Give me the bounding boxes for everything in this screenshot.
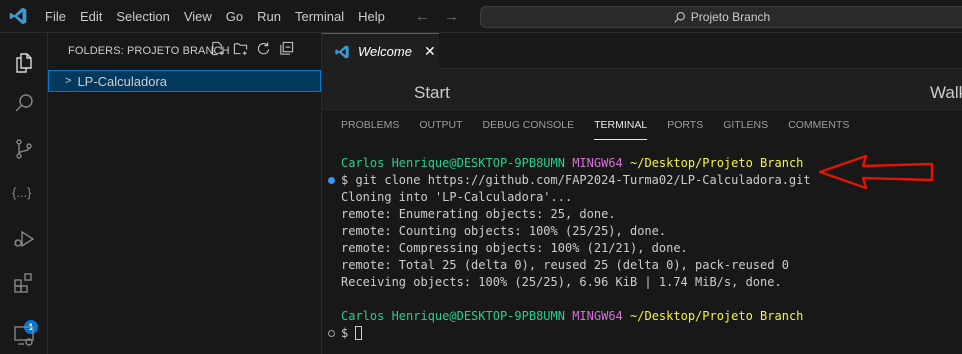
navigation-arrows: ← → bbox=[415, 0, 459, 33]
vscode-tab-icon bbox=[335, 44, 349, 59]
refresh-icon[interactable] bbox=[256, 41, 271, 56]
menu-help[interactable]: Help bbox=[351, 0, 392, 33]
sidebar-header: FOLDERS: PROJETO BRANCH bbox=[68, 45, 230, 57]
explorer-icon[interactable] bbox=[12, 51, 36, 75]
terminal-input-line: $ bbox=[322, 325, 962, 342]
menu-selection[interactable]: Selection bbox=[109, 0, 176, 33]
command-center-search[interactable]: Projeto Branch bbox=[480, 6, 962, 28]
tab-gitlens[interactable]: GITLENS bbox=[713, 114, 778, 136]
json-icon[interactable]: {...} bbox=[12, 181, 36, 205]
folder-item-lp-calculadora[interactable]: > LP-Calculadora bbox=[48, 70, 321, 92]
welcome-page: Start Walk bbox=[322, 69, 962, 109]
command-success-icon[interactable] bbox=[328, 177, 335, 184]
back-arrow-icon[interactable]: ← bbox=[415, 8, 430, 25]
command-center-label: Projeto Branch bbox=[690, 10, 771, 24]
menu-terminal[interactable]: Terminal bbox=[288, 0, 351, 33]
search-icon bbox=[674, 11, 685, 23]
run-debug-icon[interactable] bbox=[12, 227, 36, 251]
tab-ports[interactable]: PORTS bbox=[657, 114, 713, 136]
terminal-command: $ git clone https://github.com/FAP2024-T… bbox=[341, 173, 811, 187]
panel-tabs: PROBLEMS OUTPUT DEBUG CONSOLE TERMINAL P… bbox=[341, 114, 859, 140]
terminal-output-line: remote: Counting objects: 100% (25/25), … bbox=[341, 224, 667, 238]
annotation-arrow-icon bbox=[818, 154, 934, 190]
menu-bar: File Edit Selection View Go Run Terminal… bbox=[38, 0, 392, 33]
terminal-prompt-line-2: Carlos Henrique@DESKTOP-9PB8UMN MINGW64 … bbox=[322, 308, 962, 325]
vscode-logo-icon[interactable] bbox=[8, 6, 28, 26]
collapse-all-icon[interactable] bbox=[279, 41, 294, 56]
command-pending-icon[interactable] bbox=[328, 330, 335, 337]
terminal-cursor bbox=[355, 326, 363, 340]
tab-terminal[interactable]: TERMINAL bbox=[584, 114, 657, 140]
source-control-icon[interactable] bbox=[12, 137, 36, 161]
folder-label: LP-Calculadora bbox=[77, 73, 168, 89]
terminal-input-prompt: $ bbox=[341, 326, 356, 340]
tab-output[interactable]: OUTPUT bbox=[409, 114, 472, 136]
tab-welcome[interactable]: Welcome ✕ bbox=[322, 33, 439, 69]
editor-tabs: Welcome ✕ bbox=[322, 33, 962, 69]
prompt-user: Carlos Henrique@DESKTOP-9PB8UMN bbox=[341, 156, 565, 170]
tab-debug-console[interactable]: DEBUG CONSOLE bbox=[473, 114, 585, 136]
prompt-mingw: MINGW64 bbox=[572, 156, 623, 170]
activity-bar: {...} 1 bbox=[0, 33, 48, 354]
new-folder-icon[interactable] bbox=[233, 41, 248, 56]
welcome-start-heading: Start bbox=[414, 83, 450, 102]
close-icon[interactable]: ✕ bbox=[424, 43, 436, 60]
sidebar-actions bbox=[210, 41, 294, 56]
tab-problems[interactable]: PROBLEMS bbox=[341, 114, 409, 136]
terminal-output-line: Receiving objects: 100% (25/25), 6.96 Ki… bbox=[341, 275, 782, 289]
terminal-output-line: remote: Enumerating objects: 25, done. bbox=[341, 207, 616, 221]
new-file-icon[interactable] bbox=[210, 41, 225, 56]
menu-go[interactable]: Go bbox=[219, 0, 250, 33]
chevron-right-icon: > bbox=[65, 75, 72, 87]
terminal-output-line: Cloning into 'LP-Calculadora'... bbox=[341, 190, 573, 204]
extensions-icon[interactable] bbox=[12, 271, 36, 295]
menu-edit[interactable]: Edit bbox=[73, 0, 109, 33]
title-bar: File Edit Selection View Go Run Terminal… bbox=[0, 0, 962, 33]
menu-file[interactable]: File bbox=[38, 0, 73, 33]
terminal-output-line: remote: Compressing objects: 100% (21/21… bbox=[341, 241, 688, 255]
welcome-walkthroughs-heading: Walk bbox=[930, 83, 962, 102]
prompt-path: ~/Desktop/Projeto Branch bbox=[630, 156, 804, 170]
terminal-output-line: remote: Total 25 (delta 0), reused 25 (d… bbox=[341, 258, 789, 272]
tab-comments[interactable]: COMMENTS bbox=[778, 114, 859, 136]
tab-welcome-label: Welcome bbox=[358, 44, 412, 59]
menu-run[interactable]: Run bbox=[250, 0, 288, 33]
prompt-path: ~/Desktop/Projeto Branch bbox=[630, 309, 804, 323]
search-icon[interactable] bbox=[12, 91, 36, 115]
remote-explorer-icon[interactable] bbox=[12, 323, 36, 347]
explorer-sidebar: FOLDERS: PROJETO BRANCH > LP-Calculadora bbox=[48, 33, 322, 354]
prompt-user: Carlos Henrique@DESKTOP-9PB8UMN bbox=[341, 309, 565, 323]
prompt-mingw: MINGW64 bbox=[572, 309, 623, 323]
forward-arrow-icon[interactable]: → bbox=[444, 8, 459, 25]
bottom-panel: PROBLEMS OUTPUT DEBUG CONSOLE TERMINAL P… bbox=[322, 109, 962, 354]
menu-view[interactable]: View bbox=[177, 0, 219, 33]
